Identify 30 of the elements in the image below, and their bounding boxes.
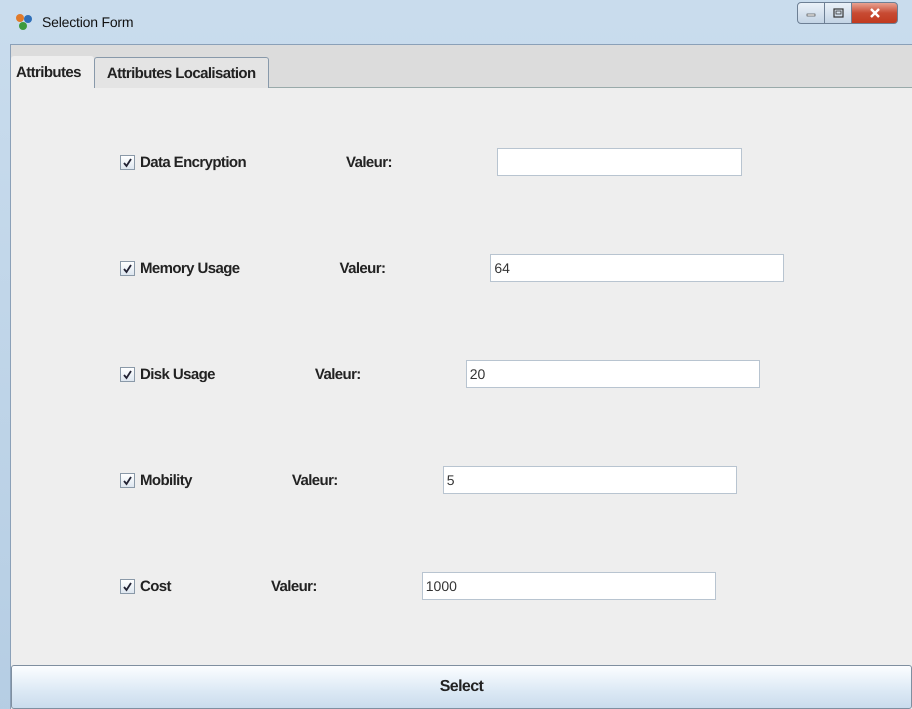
tab[interactable]: Attributes — [11, 56, 94, 88]
tab[interactable]: Attributes Localisation — [94, 57, 269, 88]
select-button[interactable]: Select — [11, 665, 912, 709]
checkbox[interactable] — [120, 472, 135, 488]
attribute-label: Data Encryption — [140, 154, 246, 170]
attribute-label: Cost — [140, 578, 171, 594]
value-field[interactable] — [496, 148, 742, 176]
close-icon — [868, 7, 882, 19]
field-label: Valeur: — [314, 366, 361, 382]
field-label: Valeur: — [292, 472, 338, 488]
value-field[interactable]: 20 — [466, 360, 760, 388]
close-button[interactable] — [852, 2, 898, 24]
checkbox[interactable] — [120, 578, 135, 594]
value-field[interactable]: 1000 — [422, 572, 716, 600]
app-icon — [14, 13, 34, 31]
field-label: Valeur: — [270, 578, 317, 594]
maximize-button[interactable] — [825, 2, 852, 24]
window-title: Selection Form — [42, 14, 134, 30]
value-field[interactable]: 64 — [490, 254, 784, 282]
attribute-label: Disk Usage — [140, 366, 215, 382]
attribute-label: Mobility — [140, 472, 192, 488]
field-label: Valeur: — [340, 260, 386, 276]
field-label: Valeur: — [346, 154, 392, 170]
checkbox[interactable] — [120, 366, 135, 382]
checkbox[interactable] — [120, 154, 135, 170]
attribute-label: Memory Usage — [140, 260, 240, 276]
value-field[interactable]: 5 — [442, 466, 737, 494]
maximize-icon — [832, 8, 844, 18]
checkbox[interactable] — [120, 260, 135, 276]
minimize-button[interactable] — [797, 2, 825, 24]
